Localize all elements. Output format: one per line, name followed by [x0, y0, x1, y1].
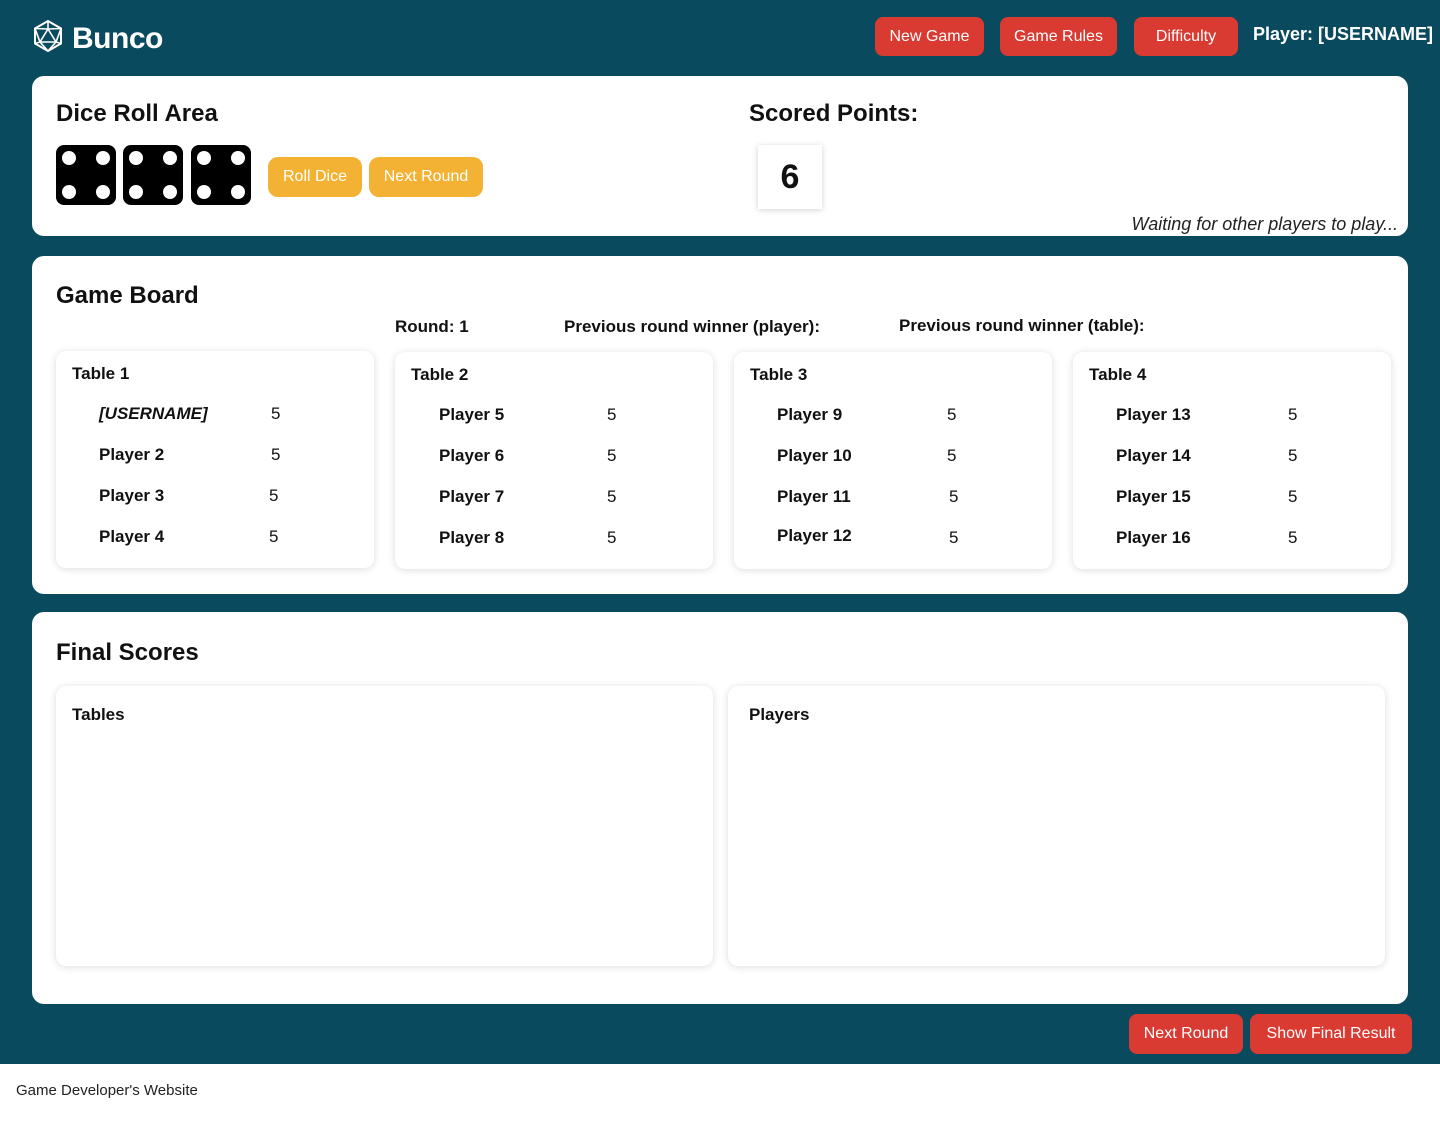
difficulty-button[interactable]: Difficulty	[1134, 17, 1238, 56]
player-score: 5	[607, 446, 617, 465]
table-card: Table 1 [USERNAME] 5 Player 2 5 Player 3…	[56, 351, 374, 568]
player-row: [USERNAME] 5	[99, 404, 299, 428]
prev-winner-player-label: Previous round winner (player):	[564, 317, 820, 336]
developer-website-link[interactable]: Game Developer's Website	[16, 1082, 198, 1099]
player-row: Player 6 5	[439, 446, 639, 470]
player-name: Player 3	[99, 486, 165, 505]
player-name: Player 14	[1116, 446, 1191, 465]
roll-dice-button[interactable]: Roll Dice	[268, 157, 362, 197]
player-row: Player 13 5	[1116, 405, 1316, 429]
table-title: Table 3	[750, 365, 808, 384]
scored-points-value: 6	[758, 145, 822, 209]
player-score: 5	[947, 446, 957, 465]
player-row: Player 10 5	[777, 446, 977, 470]
player-name: Player 15	[1116, 487, 1191, 506]
d20-dice-icon	[32, 19, 64, 57]
dice-roll-title: Dice Roll Area	[56, 100, 218, 127]
scored-points-title: Scored Points:	[749, 100, 919, 127]
final-scores-tables-panel: Tables	[56, 686, 713, 966]
player-row: Player 16 5	[1116, 528, 1316, 552]
player-name: Player 2	[99, 445, 165, 464]
round-label: Round: 1	[395, 317, 469, 336]
next-round-dice-button[interactable]: Next Round	[369, 157, 483, 197]
player-row: Player 11 5	[777, 487, 977, 511]
table-title: Table 4	[1089, 365, 1147, 384]
next-round-button[interactable]: Next Round	[1129, 1014, 1243, 1054]
player-row: Player 5 5	[439, 405, 639, 429]
waiting-status: Waiting for other players to play...	[1131, 214, 1398, 234]
player-row: Player 3 5	[99, 486, 299, 510]
player-row: Player 9 5	[777, 405, 977, 429]
player-name: Player 10	[777, 446, 852, 465]
game-rules-button[interactable]: Game Rules	[1000, 17, 1117, 56]
player-score: 5	[607, 487, 617, 506]
final-scores-players-panel: Players	[728, 686, 1385, 966]
player-row: Player 8 5	[439, 528, 639, 552]
app-name: Bunco	[72, 21, 163, 55]
die-3	[191, 145, 251, 205]
new-game-button[interactable]: New Game	[875, 17, 984, 56]
table-title: Table 2	[411, 365, 469, 384]
header: Bunco New Game Game Rules Difficulty Pla…	[0, 0, 1440, 76]
player-name: Player 5	[439, 405, 505, 424]
player-score: 5	[607, 405, 617, 424]
table-card: Table 3 Player 9 5 Player 10 5 Player 11…	[734, 352, 1052, 569]
show-final-result-button[interactable]: Show Final Result	[1250, 1014, 1412, 1054]
game-board-title: Game Board	[56, 282, 199, 309]
player-row: Player 14 5	[1116, 446, 1316, 470]
player-name: [USERNAME]	[99, 404, 208, 423]
player-name: Player 7	[439, 487, 505, 506]
player-label: Player: [USERNAME]	[1253, 24, 1434, 44]
player-name: Player 8	[439, 528, 505, 547]
players-label: Players	[749, 705, 810, 724]
player-score: 5	[271, 445, 281, 464]
player-name: Player 13	[1116, 405, 1191, 424]
player-row: Player 4 5	[99, 527, 299, 551]
final-scores-title: Final Scores	[56, 639, 199, 666]
player-score: 5	[947, 405, 957, 424]
player-score: 5	[1288, 405, 1298, 424]
player-name: Player 16	[1116, 528, 1191, 547]
tables-label: Tables	[72, 705, 125, 724]
player-score: 5	[1288, 446, 1298, 465]
die-1	[56, 145, 116, 205]
player-score: 5	[949, 487, 959, 506]
player-name: Player 6	[439, 446, 505, 465]
player-score: 5	[607, 528, 617, 547]
table-title: Table 1	[72, 364, 130, 383]
player-name: Player 4	[99, 527, 165, 546]
player-row: Player 15 5	[1116, 487, 1316, 511]
player-name: Player 11	[777, 487, 851, 506]
player-score: 5	[1288, 528, 1298, 547]
player-score: 5	[269, 486, 279, 505]
player-score: 5	[949, 528, 959, 547]
player-row: Player 7 5	[439, 487, 639, 511]
player-score: 5	[1288, 487, 1298, 506]
player-row: Player 12 5	[777, 526, 977, 550]
player-score: 5	[271, 404, 281, 423]
player-row: Player 2 5	[99, 445, 299, 469]
player-score: 5	[269, 527, 279, 546]
player-name: Player 12	[777, 526, 852, 545]
table-card: Table 2 Player 5 5 Player 6 5 Player 7 5…	[395, 352, 713, 569]
brand: Bunco	[32, 19, 163, 57]
die-2	[123, 145, 183, 205]
prev-winner-table-label: Previous round winner (table):	[899, 316, 1145, 335]
table-card: Table 4 Player 13 5 Player 14 5 Player 1…	[1073, 352, 1391, 569]
player-name: Player 9	[777, 405, 843, 424]
